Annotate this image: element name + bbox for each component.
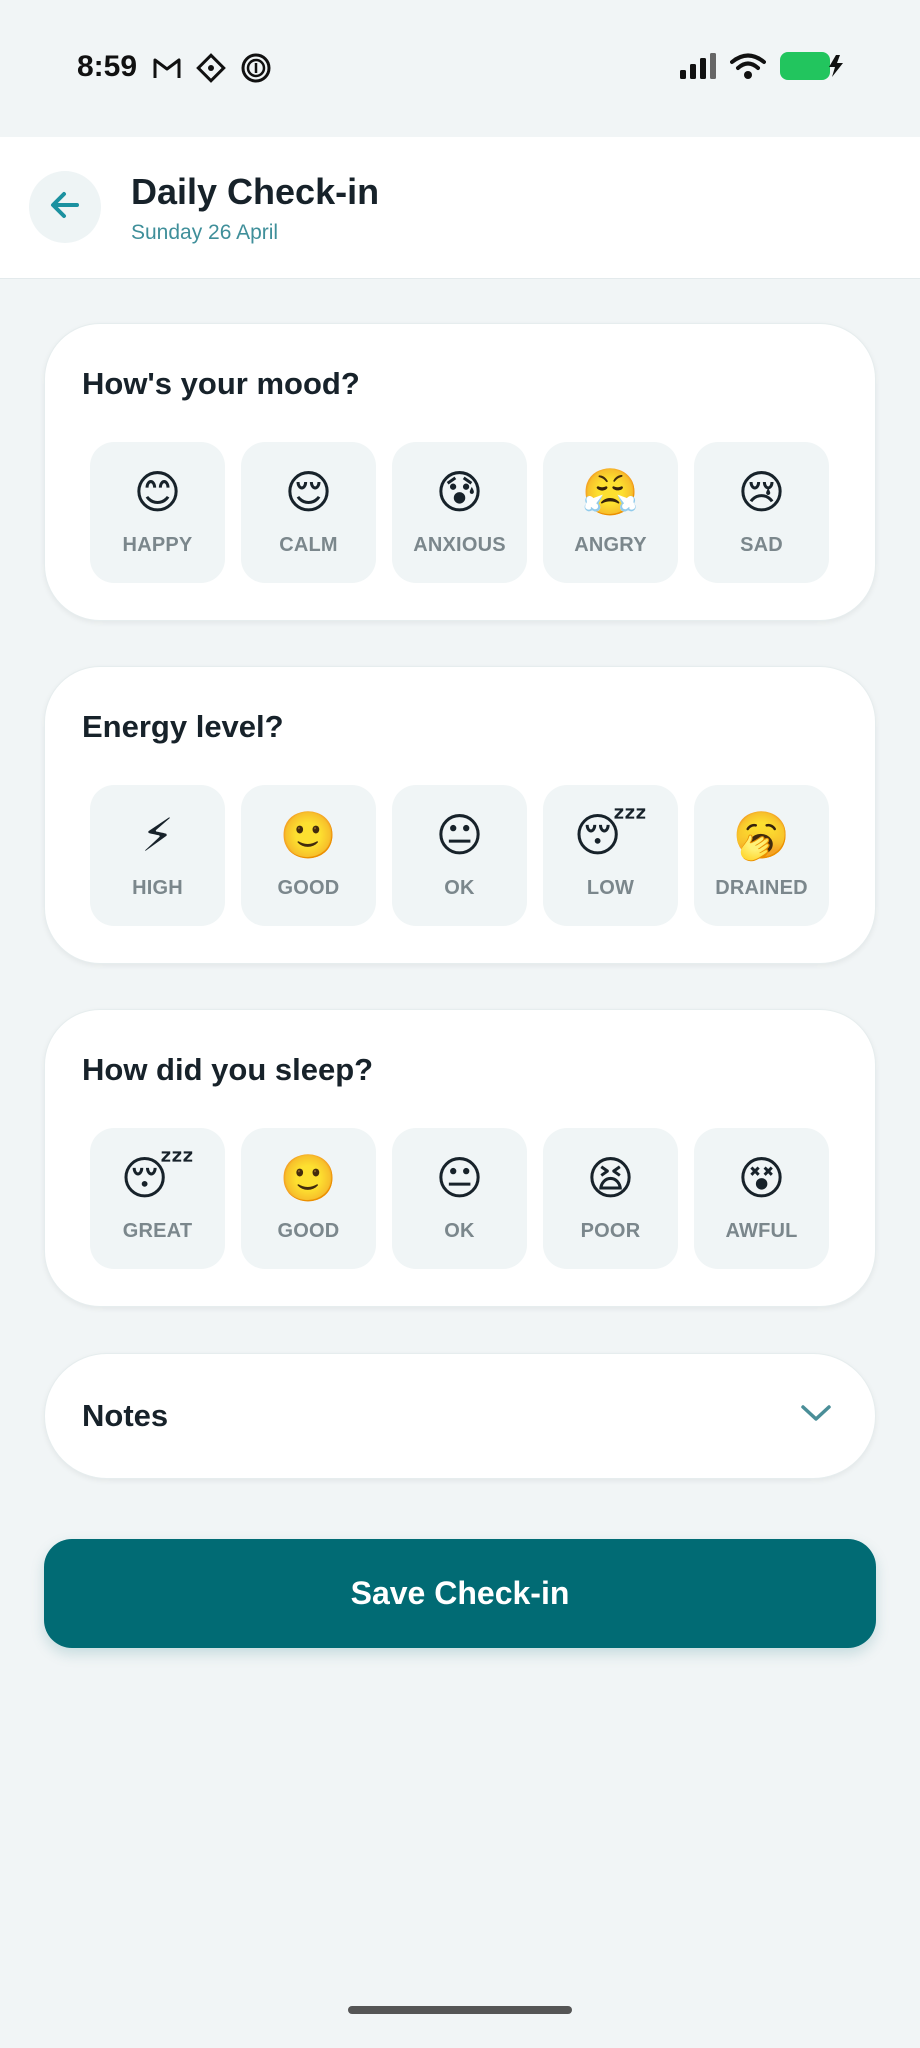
option-label: ANXIOUS <box>413 534 506 556</box>
option-label: POOR <box>580 1220 641 1242</box>
home-indicator[interactable] <box>348 2006 572 2014</box>
sleep-title: How did you sleep? <box>82 1052 374 1087</box>
tired-emoji-icon: 😫 <box>586 1152 635 1204</box>
option-label: OK <box>444 1220 475 1242</box>
neutral-emoji-icon: 😐 <box>435 1152 484 1204</box>
option-label: SAD <box>740 534 783 556</box>
option-label: HIGH <box>132 877 183 899</box>
lightning-icon: ⚡ <box>141 809 174 861</box>
anxious-emoji-icon: 😰 <box>435 466 484 518</box>
option-label: OK <box>444 877 475 899</box>
battery-charging-icon <box>780 52 844 85</box>
sleep-option-good[interactable]: 🙂 GOOD <box>241 1128 376 1269</box>
sleeping-emoji-icon: 😴 <box>120 1152 195 1204</box>
option-label: AWFUL <box>725 1220 798 1242</box>
notes-toggle[interactable]: Notes <box>44 1353 876 1479</box>
option-label: GOOD <box>277 1220 340 1242</box>
energy-option-good[interactable]: 🙂 GOOD <box>241 785 376 926</box>
energy-title: Energy level? <box>82 709 284 744</box>
status-time: 8:59 <box>77 50 138 83</box>
sleepy-emoji-icon: 😴 <box>573 809 648 861</box>
dizzy-emoji-icon: 😵 <box>737 1152 786 1204</box>
energy-option-drained[interactable]: 🥱 DRAINED <box>694 785 829 926</box>
sleep-option-ok[interactable]: 😐 OK <box>392 1128 527 1269</box>
mood-option-angry[interactable]: 😤 ANGRY <box>543 442 678 583</box>
mood-option-calm[interactable]: 😌 CALM <box>241 442 376 583</box>
fingerprint-icon <box>240 52 272 84</box>
smile-emoji-icon: 🙂 <box>279 809 338 861</box>
signal-icon <box>680 53 716 84</box>
option-label: GREAT <box>122 1220 193 1242</box>
yawn-emoji-icon: 🥱 <box>732 809 791 861</box>
option-label: HAPPY <box>122 534 193 556</box>
chevron-down-icon <box>799 1402 833 1429</box>
gmail-icon <box>152 56 182 80</box>
option-label: GOOD <box>277 877 340 899</box>
wifi-icon <box>730 53 766 84</box>
sleep-option-great[interactable]: 😴 GREAT <box>90 1128 225 1269</box>
diamond-icon <box>196 53 226 83</box>
mood-option-anxious[interactable]: 😰 ANXIOUS <box>392 442 527 583</box>
header: Daily Check-in Sunday 26 April <box>0 137 920 279</box>
energy-option-ok[interactable]: 😐 OK <box>392 785 527 926</box>
happy-emoji-icon: 😊 <box>133 466 182 518</box>
page-date: Sunday 26 April <box>131 221 279 244</box>
energy-option-high[interactable]: ⚡ HIGH <box>90 785 225 926</box>
sleep-option-awful[interactable]: 😵 AWFUL <box>694 1128 829 1269</box>
page-title: Daily Check-in <box>131 171 380 212</box>
mood-option-happy[interactable]: 😊 HAPPY <box>90 442 225 583</box>
save-button[interactable]: Save Check-in <box>44 1539 876 1648</box>
energy-card: Energy level? ⚡ HIGH 🙂 GOOD 😐 OK 😴 LOW 🥱… <box>44 666 876 964</box>
calm-emoji-icon: 😌 <box>284 466 333 518</box>
energy-option-low[interactable]: 😴 LOW <box>543 785 678 926</box>
status-bar: 8:59 <box>0 0 920 137</box>
arrow-left-icon <box>47 187 83 228</box>
option-label: DRAINED <box>715 877 808 899</box>
sleep-card: How did you sleep? 😴 GREAT 🙂 GOOD 😐 OK 😫… <box>44 1009 876 1307</box>
neutral-emoji-icon: 😐 <box>435 809 484 861</box>
mood-option-sad[interactable]: 😢 SAD <box>694 442 829 583</box>
angry-emoji-icon: 😤 <box>581 466 640 518</box>
smile-emoji-icon: 🙂 <box>279 1152 338 1204</box>
option-label: LOW <box>586 877 635 899</box>
option-label: ANGRY <box>574 534 647 556</box>
sleep-option-poor[interactable]: 😫 POOR <box>543 1128 678 1269</box>
notes-title: Notes <box>82 1398 169 1433</box>
option-label: CALM <box>279 534 338 556</box>
back-button[interactable] <box>29 171 101 243</box>
sad-emoji-icon: 😢 <box>737 466 786 518</box>
mood-title: How's your mood? <box>82 366 360 401</box>
mood-card: How's your mood? 😊 HAPPY 😌 CALM 😰 ANXIOU… <box>44 323 876 621</box>
